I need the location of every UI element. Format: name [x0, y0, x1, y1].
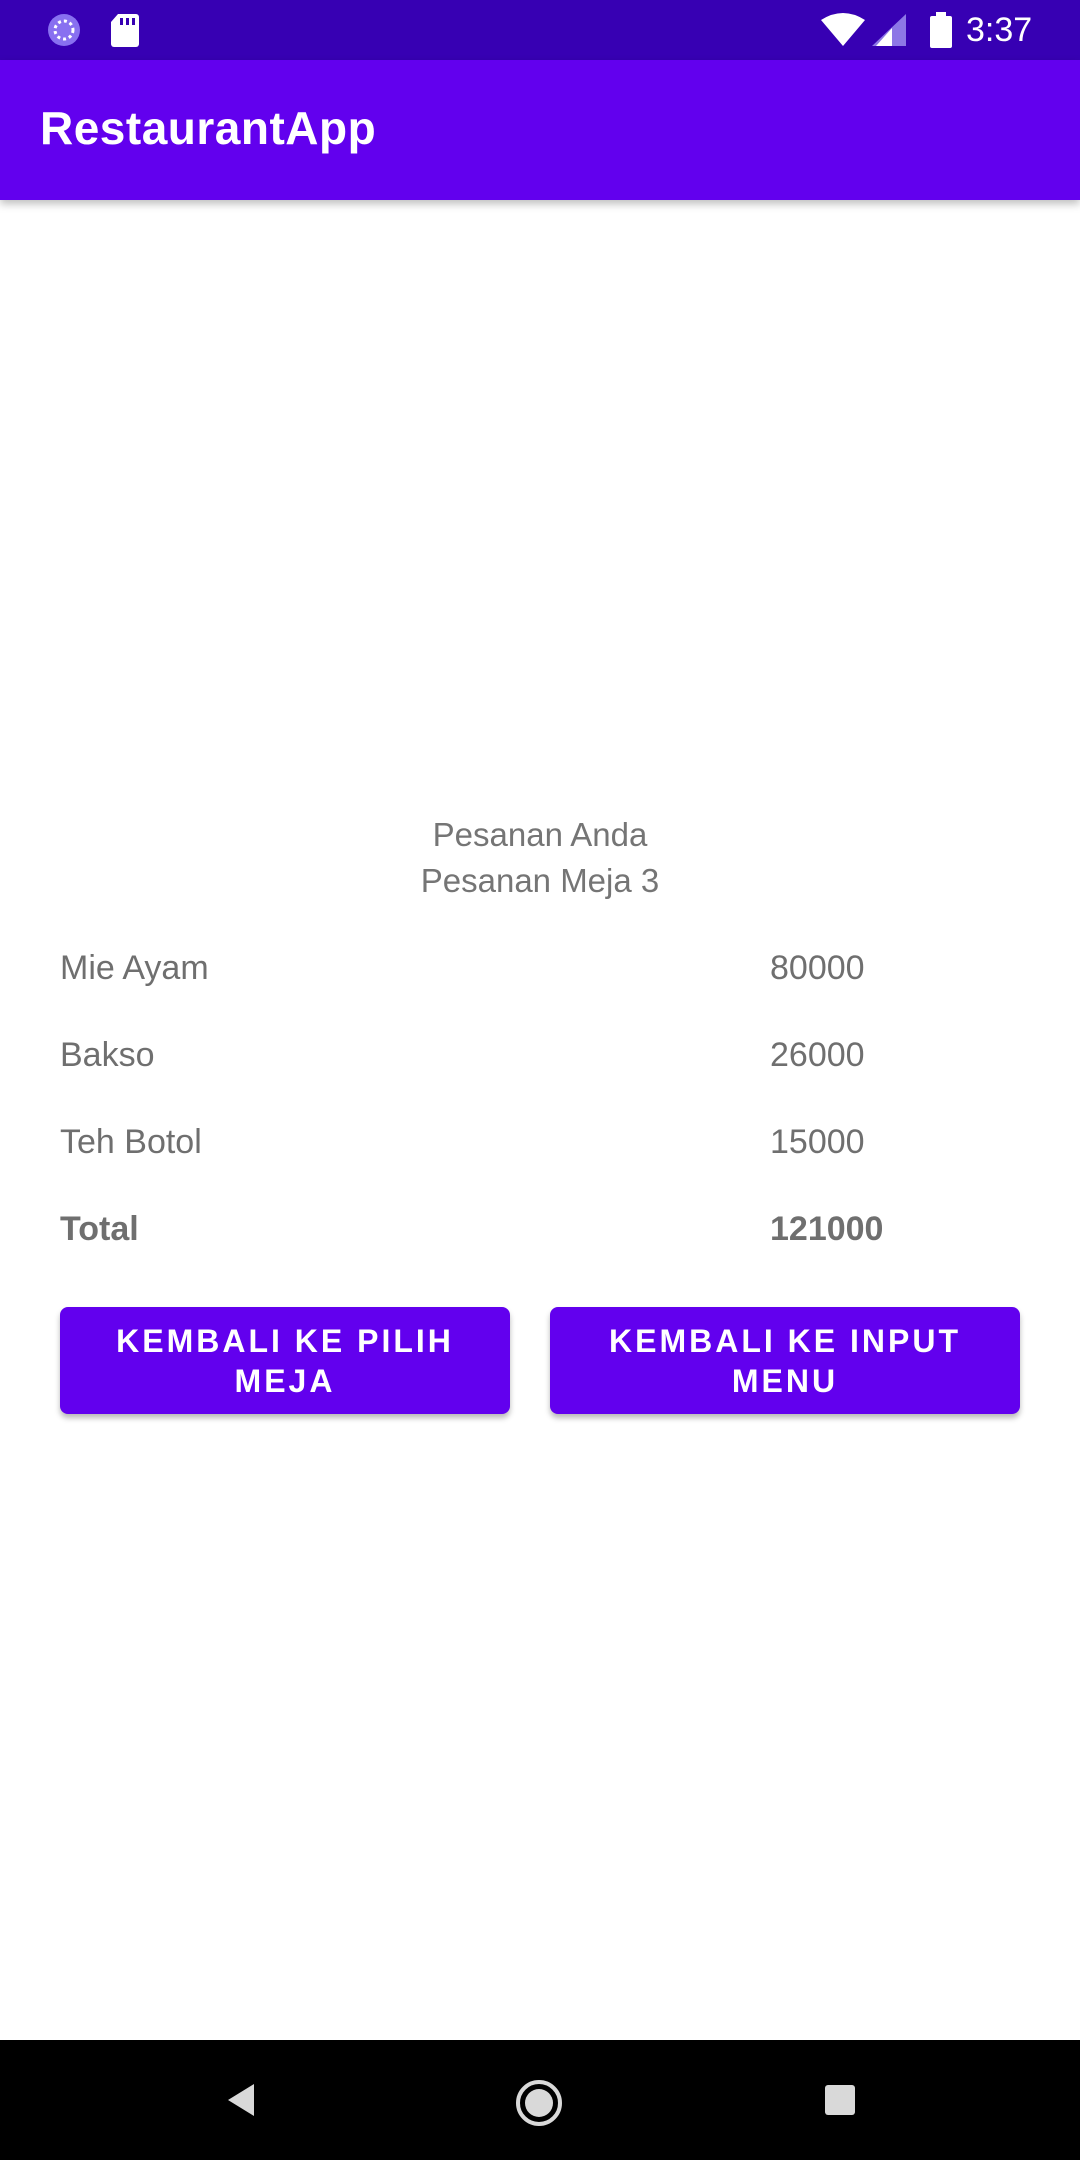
total-row: Total 121000	[0, 1199, 1080, 1259]
item-price: 80000	[770, 949, 865, 987]
home-icon[interactable]	[514, 2078, 564, 2128]
recent-apps-icon[interactable]	[822, 2082, 858, 2118]
list-item: Mie Ayam 80000	[0, 938, 1080, 998]
wifi-icon	[821, 13, 865, 46]
total-label: Total	[60, 1210, 139, 1248]
loading-icon	[48, 14, 80, 46]
app-title: RestaurantApp	[40, 102, 377, 154]
back-to-menu-button[interactable]: KEMBALI KE INPUT MENU	[550, 1307, 1020, 1414]
item-price: 15000	[770, 1123, 865, 1161]
item-name: Mie Ayam	[60, 949, 209, 987]
list-item: Teh Botol 15000	[0, 1112, 1080, 1172]
order-title: Pesanan Anda	[432, 816, 648, 853]
item-price: 26000	[770, 1036, 865, 1074]
battery-icon	[930, 12, 952, 48]
list-item: Bakso 26000	[0, 1025, 1080, 1085]
status-bar: 3:37	[0, 0, 1080, 60]
status-time: 3:37	[966, 11, 1033, 49]
signal-icon	[872, 14, 906, 46]
item-name: Teh Botol	[60, 1123, 202, 1161]
back-to-table-button[interactable]: KEMBALI KE PILIH MEJA	[60, 1307, 510, 1414]
app-bar: RestaurantApp	[0, 60, 1080, 200]
sd-card-icon	[111, 14, 139, 47]
table-label: Pesanan Meja 3	[420, 862, 660, 899]
item-name: Bakso	[60, 1036, 155, 1074]
back-icon[interactable]	[220, 2078, 260, 2122]
total-value: 121000	[770, 1210, 884, 1248]
